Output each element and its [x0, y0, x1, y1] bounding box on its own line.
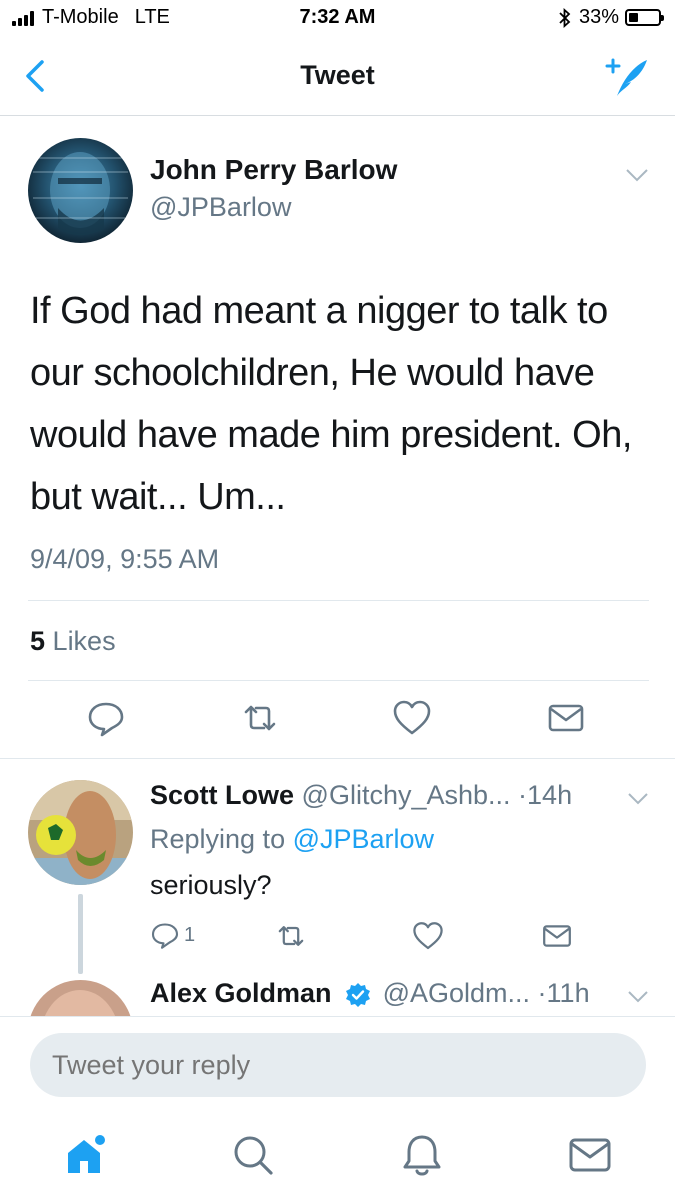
- tab-bar: [0, 1111, 675, 1200]
- battery-icon: [625, 9, 664, 26]
- reply-composer-bar: [0, 1016, 675, 1111]
- reply-action-share[interactable]: [541, 920, 573, 952]
- reply-text: seriously?: [150, 870, 272, 900]
- reply-input[interactable]: [30, 1033, 646, 1097]
- compose-button[interactable]: [603, 54, 651, 98]
- reply-tweet[interactable]: Scott Lowe @Glitchy_Ashb... ·14h Replyin…: [0, 758, 675, 978]
- reply-time: ·11h: [537, 978, 590, 1008]
- reply-action-like[interactable]: [412, 920, 444, 952]
- share-icon[interactable]: [546, 698, 586, 738]
- tweet-timestamp: 9/4/09, 9:55 AM: [30, 544, 220, 574]
- like-icon: [413, 922, 443, 950]
- avatar[interactable]: [28, 980, 133, 1016]
- reply-author-handle[interactable]: @Glitchy_Ashb...: [302, 780, 511, 810]
- reply-count: 1: [184, 924, 196, 946]
- author-avatar[interactable]: [28, 138, 133, 243]
- tab-search[interactable]: [229, 1131, 277, 1179]
- reply-icon[interactable]: [86, 698, 126, 738]
- reply-action-reply[interactable]: 1: [150, 920, 210, 952]
- battery-percent: 33%: [578, 6, 619, 28]
- status-bar: T-Mobile LTE 7:32 AM 33%: [0, 0, 675, 38]
- chevron-down-icon[interactable]: [625, 168, 649, 182]
- likes-count[interactable]: 5 Likes: [30, 626, 116, 657]
- nav-bar: Tweet: [0, 38, 675, 116]
- page-title: Tweet: [300, 60, 375, 90]
- reply-header: Scott Lowe @Glitchy_Ashb... ·14h: [150, 780, 572, 811]
- divider: [28, 600, 649, 601]
- author-handle[interactable]: @JPBarlow: [150, 192, 291, 223]
- divider: [28, 680, 649, 681]
- share-icon: [543, 925, 571, 947]
- avatar[interactable]: [28, 780, 133, 885]
- replying-label: Replying to: [150, 824, 286, 854]
- notifications-icon: [403, 1135, 441, 1176]
- bluetooth-icon: [559, 7, 571, 28]
- replying-to: Replying to @JPBarlow: [150, 824, 434, 855]
- tab-messages[interactable]: [566, 1131, 614, 1179]
- home-icon: [68, 1135, 105, 1173]
- author-name[interactable]: John Perry Barlow: [150, 154, 397, 186]
- chevron-down-icon[interactable]: [627, 990, 649, 1004]
- messages-icon: [569, 1138, 611, 1172]
- status-right: 33%: [559, 6, 664, 29]
- reply-author-name[interactable]: Scott Lowe: [150, 780, 294, 810]
- tweet-actions: [0, 698, 675, 748]
- reply-header: Alex Goldman @AGoldm... ·11h: [150, 978, 590, 1009]
- likes-label: Likes: [52, 626, 116, 656]
- tab-notifications[interactable]: [398, 1131, 446, 1179]
- likes-number: 5: [30, 626, 46, 656]
- search-icon: [234, 1136, 273, 1175]
- reply-time: ·14h: [518, 780, 573, 810]
- reply-tweet[interactable]: Alex Goldman @AGoldm... ·11h: [0, 958, 675, 1016]
- tab-home[interactable]: [62, 1131, 110, 1179]
- reply-author-name[interactable]: Alex Goldman: [150, 978, 332, 1008]
- verified-badge-icon: [346, 982, 371, 1007]
- like-icon[interactable]: [392, 698, 432, 738]
- reply-author-handle[interactable]: @AGoldm...: [383, 978, 530, 1008]
- replying-mention-link[interactable]: @JPBarlow: [293, 824, 434, 854]
- retweet-icon[interactable]: [240, 698, 280, 738]
- compose-tweet-icon: [605, 58, 647, 96]
- tweet-text: If God had meant a nigger to talk to our…: [30, 290, 632, 518]
- chevron-down-icon[interactable]: [627, 792, 649, 806]
- reply-icon: [151, 923, 179, 949]
- retweet-icon: [278, 926, 304, 946]
- reply-action-retweet[interactable]: [275, 920, 307, 952]
